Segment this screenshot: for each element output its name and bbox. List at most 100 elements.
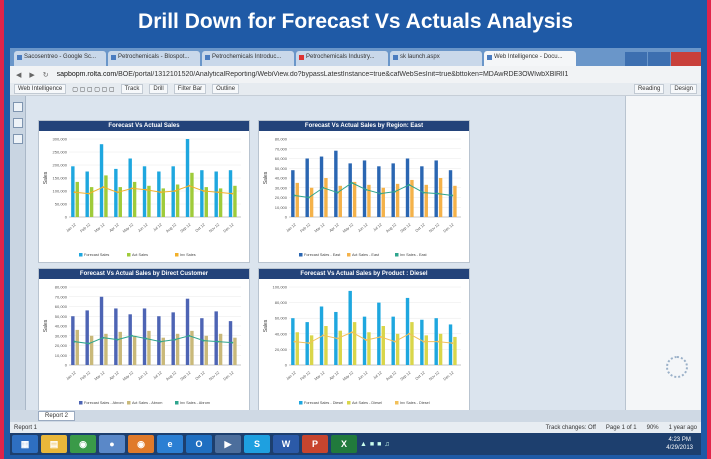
system-tray-icons[interactable]: ▲■■♫	[360, 441, 393, 448]
navigation-map-icon[interactable]	[13, 102, 23, 112]
track-changes-status[interactable]: Track changes: Off	[546, 425, 596, 431]
x-tick-label: Dec 12	[223, 371, 235, 382]
reading-mode-button[interactable]: Reading	[633, 84, 665, 94]
maximize-button[interactable]	[648, 52, 670, 66]
line-point	[422, 191, 425, 194]
browser-tab[interactable]: Petrochemicals Introduc...	[202, 51, 294, 66]
x-tick-label: Jun 12	[137, 371, 148, 381]
bar	[295, 182, 299, 217]
bar	[200, 170, 204, 217]
browser-tab[interactable]: Petrochemicals - Blospot...	[108, 51, 200, 66]
bar	[309, 335, 314, 365]
bar	[405, 158, 410, 217]
sap-icon[interactable]: ●	[99, 435, 125, 453]
powerpoint-icon[interactable]: P	[302, 435, 328, 453]
track-button[interactable]: Track	[120, 84, 144, 94]
reload-icon[interactable]: ↻	[43, 71, 49, 79]
bar	[157, 171, 161, 217]
chart-by-direct-customer[interactable]: Forecast Vs Actual Sales by Direct Custo…	[38, 268, 250, 411]
design-mode-button[interactable]: Design	[670, 84, 697, 94]
app-menu-button[interactable]: Web Intelligence	[14, 84, 67, 94]
browser-tab[interactable]: sk launch.aspx	[390, 51, 482, 66]
x-tick-label: Jul 12	[152, 223, 162, 233]
report-selector[interactable]: Report 1	[14, 425, 37, 431]
legend-label: Act Sales - East	[352, 253, 380, 257]
explorer-icon[interactable]: ▤	[41, 435, 67, 453]
back-arrow-icon[interactable]: ◀	[16, 71, 21, 79]
chrome-icon[interactable]: ◉	[70, 435, 96, 453]
y-tick-label: 30,000	[275, 185, 288, 190]
y-tick-label: 80,000	[275, 137, 288, 142]
line-point	[336, 337, 339, 340]
x-tick-label: Jul 12	[372, 223, 382, 233]
y-tick-label: 70,000	[275, 146, 288, 151]
chart-title: Forecast Vs Actual Sales by Direct Custo…	[39, 269, 249, 279]
ie-icon[interactable]: e	[157, 435, 183, 453]
bar	[99, 144, 104, 217]
line-point	[73, 191, 76, 194]
outline-button[interactable]: Outline	[212, 84, 240, 94]
excel-icon[interactable]: X	[331, 435, 357, 453]
x-tick-label: Jun 12	[357, 223, 368, 233]
line-point	[365, 339, 368, 342]
minimize-button[interactable]	[625, 52, 647, 66]
bar	[453, 185, 457, 217]
bar	[128, 314, 132, 365]
slide-frame: Drill Down for Forecast Vs Actuals Analy…	[4, 0, 707, 459]
line-point	[231, 192, 234, 195]
x-tick-label: Oct 12	[415, 223, 426, 233]
data-icon[interactable]	[13, 134, 23, 144]
taskbar-clock[interactable]: 4:23 PM 4/29/2013	[666, 436, 701, 452]
y-tick-label: 50,000	[275, 166, 288, 171]
x-tick-label: Nov 12	[208, 223, 220, 234]
chart-by-region-east[interactable]: Forecast Vs Actual Sales by Region: East…	[258, 120, 470, 263]
input-controls-icon[interactable]	[13, 118, 23, 128]
windows-taskbar: ▦ ▤ ◉ ● ◉ e O ▶ S W P X ▲■■♫ 4:23 PM 4/2…	[10, 433, 701, 455]
x-tick-label: Aug 12	[165, 223, 177, 234]
legend-label: Forecast Sales - East	[304, 253, 341, 257]
bar	[448, 324, 453, 365]
toolbar-icons[interactable]: ▢ ▢ ▢ ▢ ▢ ▢	[72, 86, 114, 93]
line-point	[293, 194, 296, 197]
clock-date: 4/29/2013	[666, 445, 693, 451]
browser-tab[interactable]: Petrochemicals Industry...	[296, 51, 388, 66]
zoom-level[interactable]: 90%	[647, 425, 659, 431]
x-tick-label: Apr 12	[109, 223, 120, 233]
x-tick-label: Jul 12	[152, 371, 162, 381]
drill-button[interactable]: Drill	[149, 84, 168, 94]
firefox-icon[interactable]: ◉	[128, 435, 154, 453]
navigation-compass-icon[interactable]	[666, 356, 688, 378]
browser-tab-active[interactable]: Web Intelligence - Docu...	[484, 51, 576, 66]
bar	[348, 290, 352, 365]
close-button[interactable]	[671, 52, 701, 66]
series-line	[74, 335, 233, 345]
y-tick-label: 20,000	[55, 343, 68, 348]
windows-icon[interactable]: ▦	[12, 435, 38, 453]
line-point	[379, 335, 382, 338]
bar	[352, 322, 357, 365]
bar	[438, 333, 443, 365]
media-icon[interactable]: ▶	[215, 435, 241, 453]
skype-icon[interactable]: S	[244, 435, 270, 453]
chart-by-product-diesel[interactable]: Forecast Vs Actual Sales by Product : Di…	[258, 268, 470, 411]
forward-arrow-icon[interactable]: ▶	[29, 71, 34, 79]
bar	[75, 329, 79, 365]
line-point	[116, 338, 119, 341]
y-tick-label: 200,000	[53, 163, 68, 168]
slide-title: Drill Down for Forecast Vs Actuals Analy…	[138, 10, 573, 33]
y-axis-label: Sales	[43, 319, 49, 332]
legend-label: Act Sales - Diesel	[352, 401, 382, 405]
browser-tab[interactable]: Sacosentreo - Google Sc...	[14, 51, 106, 66]
outlook-icon[interactable]: O	[186, 435, 212, 453]
chart-forecast-vs-actual[interactable]: Forecast Vs Actual Sales 300,000 250,000 2…	[38, 120, 250, 263]
line-point	[379, 192, 382, 195]
filter-bar-button[interactable]: Filter Bar	[173, 84, 207, 94]
bar	[453, 336, 457, 365]
word-icon[interactable]: W	[273, 435, 299, 453]
line-point	[336, 191, 339, 194]
url-field[interactable]: sapbopm.rolta.com/BOE/portal/1312101520/…	[57, 71, 569, 78]
clock-time: 4:23 PM	[668, 437, 691, 443]
x-tick-label: Sep 12	[400, 371, 412, 382]
x-tick-label: Feb 12	[80, 371, 92, 382]
report-tab[interactable]: Report 2	[38, 411, 76, 421]
